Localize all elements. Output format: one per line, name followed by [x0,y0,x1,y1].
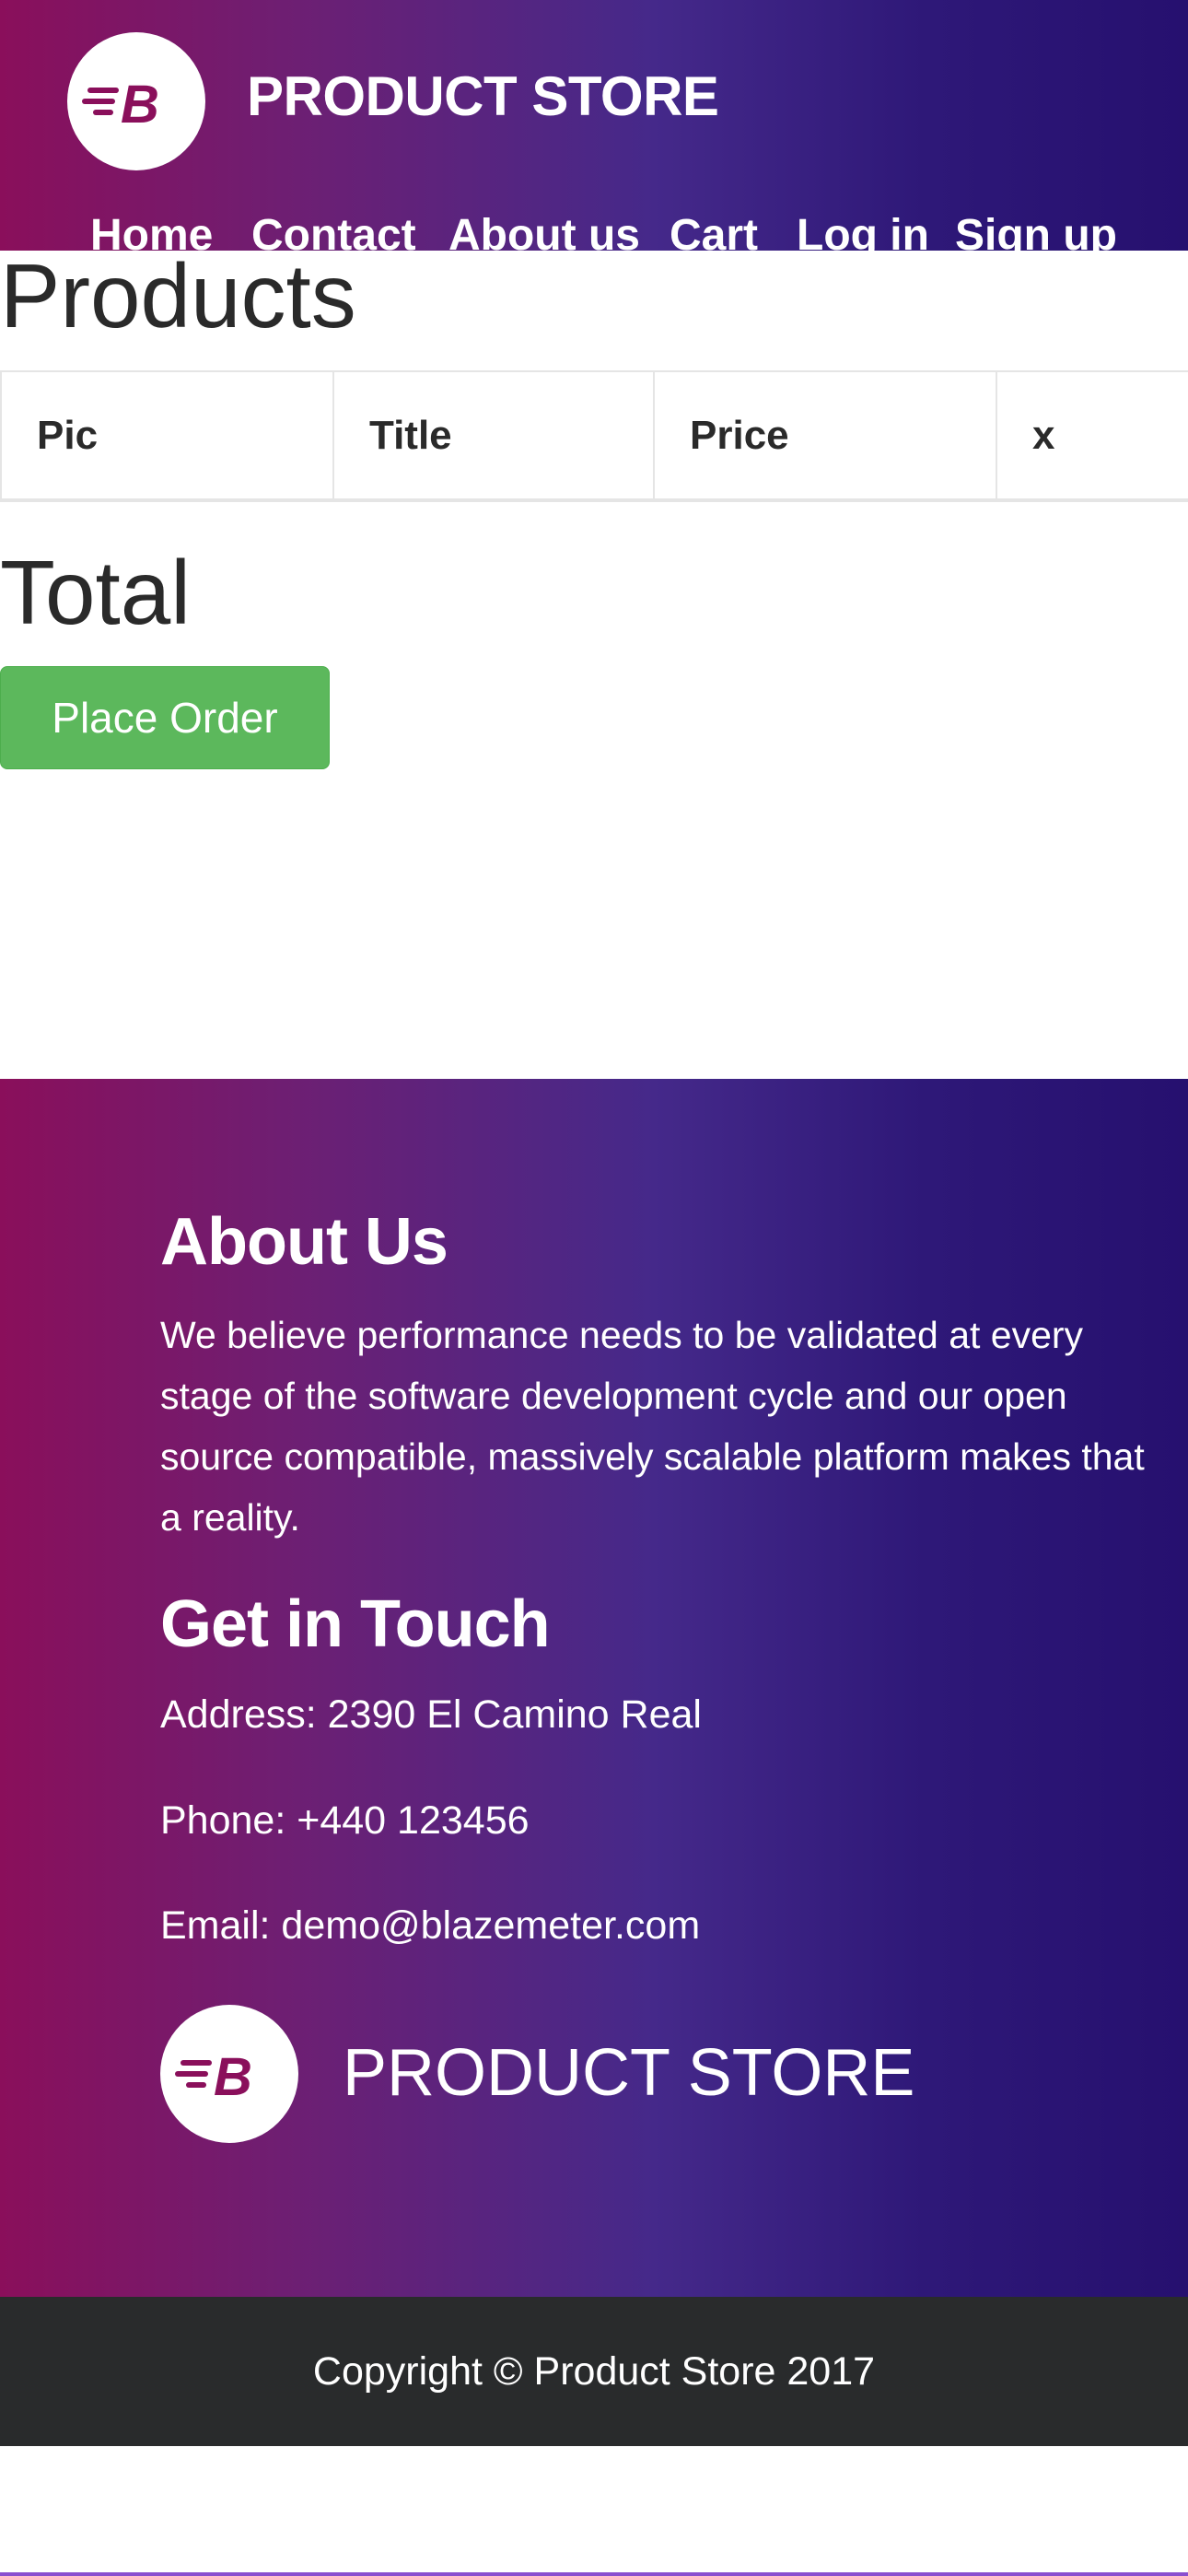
total-label: Total [0,542,192,643]
page-title: Products [0,245,356,346]
place-order-button[interactable]: Place Order [0,666,330,769]
svg-text:B: B [214,2047,252,2107]
cart-table: Pic Title Price x [0,370,1188,502]
contact-phone: Phone: +440 123456 [160,1798,530,1843]
b-logo-icon: B [82,75,159,135]
about-us-heading: About Us [160,1205,448,1279]
footer: About Us We believe performance needs to… [0,1079,1188,2297]
nav-link-cart[interactable]: Cart [670,208,758,251]
nav-link-about-us[interactable]: About us [448,208,640,251]
column-header-delete: x [996,370,1188,502]
brand-name[interactable]: PRODUCT STORE [247,64,719,129]
copyright-text: Copyright © Product Store 2017 [312,2349,876,2394]
brand-logo-icon[interactable]: B [67,32,205,170]
contact-address: Address: 2390 El Camino Real [160,1692,702,1737]
footer-brand-name: PRODUCT STORE [343,2036,915,2110]
about-us-text: We believe performance needs to be valid… [160,1314,1145,1539]
column-header-price: Price [653,370,997,502]
nav-link-log-in[interactable]: Log in [797,208,929,251]
footer-logo-icon: B [160,2005,298,2143]
svg-text:B: B [121,75,159,135]
column-header-pic: Pic [0,370,334,502]
navbar: B PRODUCT STORE Home Contact About us Ca… [0,0,1188,251]
bottom-divider [0,2572,1188,2576]
contact-email: Email: demo@blazemeter.com [160,1903,701,1948]
b-logo-icon: B [175,2047,252,2107]
copyright-bar: Copyright © Product Store 2017 [0,2297,1188,2446]
table-header-row: Pic Title Price x [0,370,1188,502]
get-in-touch-heading: Get in Touch [160,1587,551,1661]
column-header-title: Title [332,370,655,502]
nav-link-sign-up[interactable]: Sign up [955,208,1117,251]
